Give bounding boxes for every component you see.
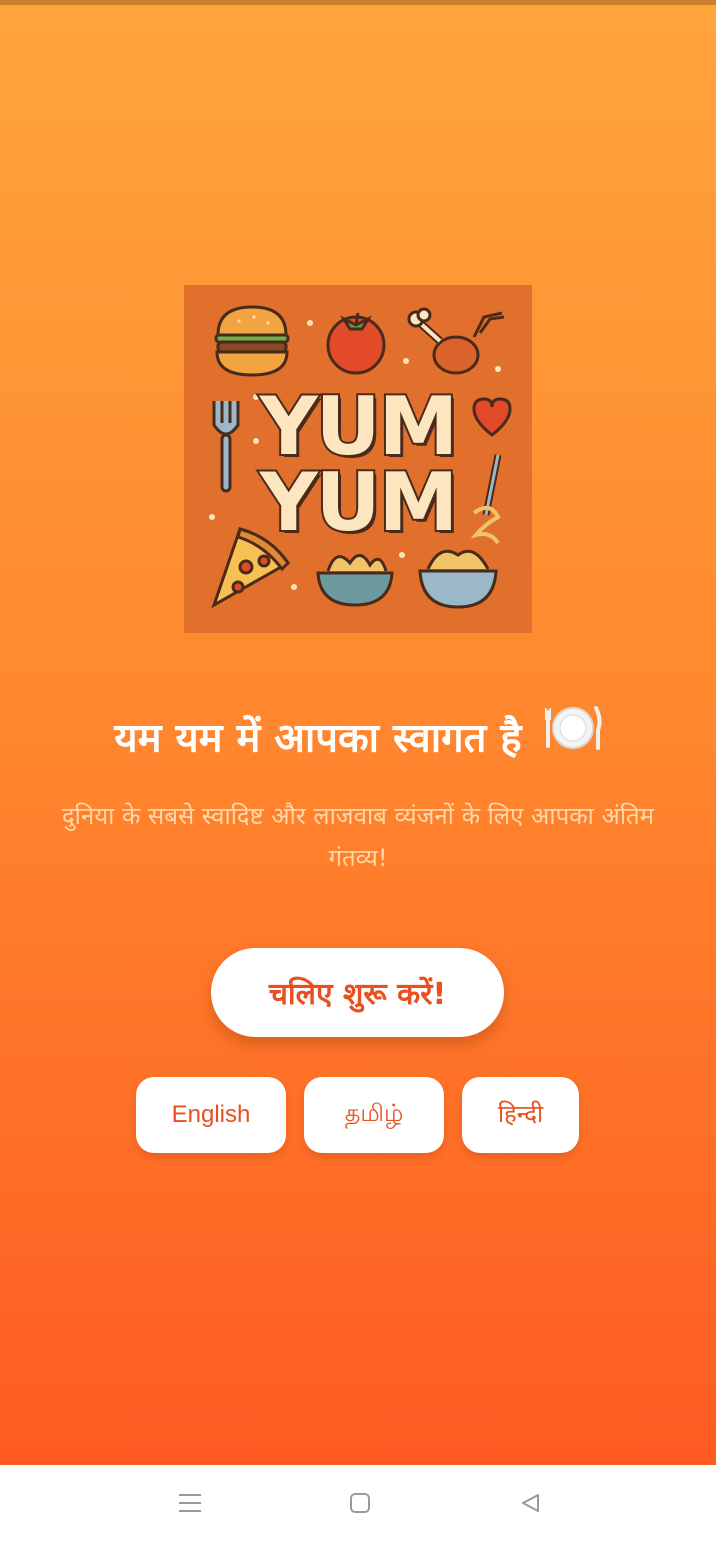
app-logo: YUM YUM [184,285,532,633]
welcome-screen: YUM YUM यम यम में आपका स्वागत है दुनिया … [0,0,716,1465]
tomato-icon [326,312,386,375]
welcome-title-text: यम यम में आपका स्वागत है [114,715,522,762]
language-hindi-button[interactable]: हिन्दी [462,1077,579,1153]
menu-icon[interactable] [168,1481,212,1525]
logo-text-line2: YUM [258,456,461,549]
back-triangle-icon[interactable] [508,1481,552,1525]
home-square-icon[interactable] [338,1481,382,1525]
language-english-button[interactable]: English [136,1077,286,1153]
status-strip [0,0,716,5]
welcome-subtitle: दुनिया के सबसे स्वादिष्ट और लाजवाब व्यंज… [61,802,655,872]
system-navigation-bar [0,1465,716,1542]
language-tamil-button[interactable]: தமிழ் [304,1077,444,1153]
burger-icon [214,305,290,377]
logo-text-line1: YUM [258,380,461,473]
plate-fork-knife-icon [544,704,602,769]
get-started-button[interactable]: चलिए शुरू करें! [211,948,504,1037]
noodle-bowl-icon [316,554,394,607]
welcome-title: यम यम में आपका स्वागत है [0,706,716,773]
noodle-bowl-icon [418,549,498,609]
screen: YUM YUM यम यम में आपका स्वागत है दुनिया … [0,0,716,1542]
chicken-leg-icon [407,307,505,375]
